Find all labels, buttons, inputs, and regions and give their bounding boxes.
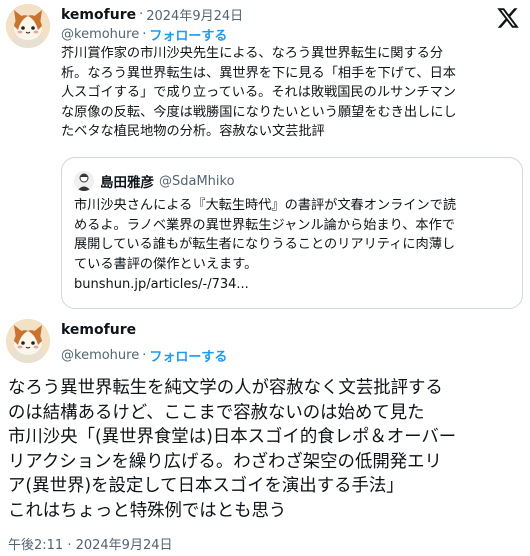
post-text-line: 市川沙央「(異世界食堂は)日本スゴイ的食レポ＆オーバー bbox=[8, 427, 457, 448]
post-text-line: な原像の反転、今度は戦勝国になりたいという願望をむき出しにし bbox=[61, 104, 457, 120]
post-text-line: 芥川賞作家の市川沙央先生による、なろう異世界転生に関する分 bbox=[61, 46, 444, 61]
quote-avatar[interactable] bbox=[74, 171, 94, 191]
follow-button[interactable]: フォローする bbox=[149, 25, 227, 44]
author-handle[interactable]: @kemohure bbox=[61, 27, 139, 42]
follow-button[interactable]: フォローする bbox=[149, 346, 227, 365]
quoted-post[interactable]: 島田雅彦 @SdaMhiko 市川沙央さんによる『大転生時代』の書評が文春オンラ… bbox=[61, 157, 523, 309]
author-name[interactable]: kemofure bbox=[61, 7, 136, 23]
quote-text-line: めるよ。ラノベ業界の異世界転生ジャンル論から始まり、本作で bbox=[74, 217, 455, 233]
post-text: なろう異世界転生を純文学の人が容赦なく文芸批評する のは結構あるけど、ここまで容… bbox=[8, 376, 523, 524]
post-date[interactable]: 2024年9月24日 bbox=[146, 5, 243, 24]
separator: · bbox=[142, 348, 147, 363]
avatar[interactable] bbox=[6, 4, 50, 48]
post-text: 芥川賞作家の市川沙央先生による、なろう異世界転生に関する分 析。なろう異世界転生… bbox=[61, 44, 506, 142]
separator: · bbox=[139, 7, 144, 22]
cat-avatar-icon bbox=[6, 319, 50, 363]
quote-author-name[interactable]: 島田雅彦 bbox=[100, 171, 154, 191]
quote-text: 市川沙央さんによる『大転生時代』の書評が文春オンラインで読 めるよ。ラノベ業界の… bbox=[74, 196, 514, 274]
quote-text-line: ている書評の傑作といえます。 bbox=[74, 256, 258, 272]
cat-avatar-icon bbox=[6, 4, 50, 48]
post-text-line: ア(異世界)を設定して日本スゴイを演出する手法」 bbox=[8, 476, 404, 497]
post-text-line: リアクションを繰り広げる。わざわざ架空の低開発エリ bbox=[8, 451, 442, 472]
post-text-line: のは結構あるけど、ここまで容赦ないのは始めて見た bbox=[8, 402, 425, 423]
quote-link[interactable]: bunshun.jp/articles/-/734... bbox=[74, 277, 249, 292]
avatar[interactable] bbox=[6, 319, 50, 363]
post-text-line: 人スゴイする」で成り立っている。それは敗戦国民のルサンチマン bbox=[61, 85, 456, 100]
person-avatar-icon bbox=[74, 171, 94, 191]
post-text-line: これはちょっと特殊例ではとも思う bbox=[8, 500, 287, 521]
post-text-line: たベタな植民地物の分析。容赦ない文芸批評 bbox=[61, 124, 325, 139]
quote-text-line: 市川沙央さんによる『大転生時代』の書評が文春オンラインで読 bbox=[74, 198, 457, 213]
quote-author-handle[interactable]: @SdaMhiko bbox=[159, 174, 235, 189]
quote-text-line: 展開している誰もが転生者になりうることのリアリティに肉薄し bbox=[74, 237, 456, 252]
x-logo-icon[interactable] bbox=[496, 6, 520, 30]
post-text-line: 析。なろう異世界転生は、異世界を下に見る「相手を下げて、日本 bbox=[61, 65, 456, 81]
author-name[interactable]: kemofure bbox=[61, 322, 136, 338]
author-handle[interactable]: @kemohure bbox=[61, 348, 139, 363]
post-timestamp[interactable]: 午後2:11 · 2024年9月24日 bbox=[8, 534, 173, 553]
post-text-line: なろう異世界転生を純文学の人が容赦なく文芸批評する bbox=[8, 378, 443, 398]
separator: · bbox=[142, 27, 147, 42]
